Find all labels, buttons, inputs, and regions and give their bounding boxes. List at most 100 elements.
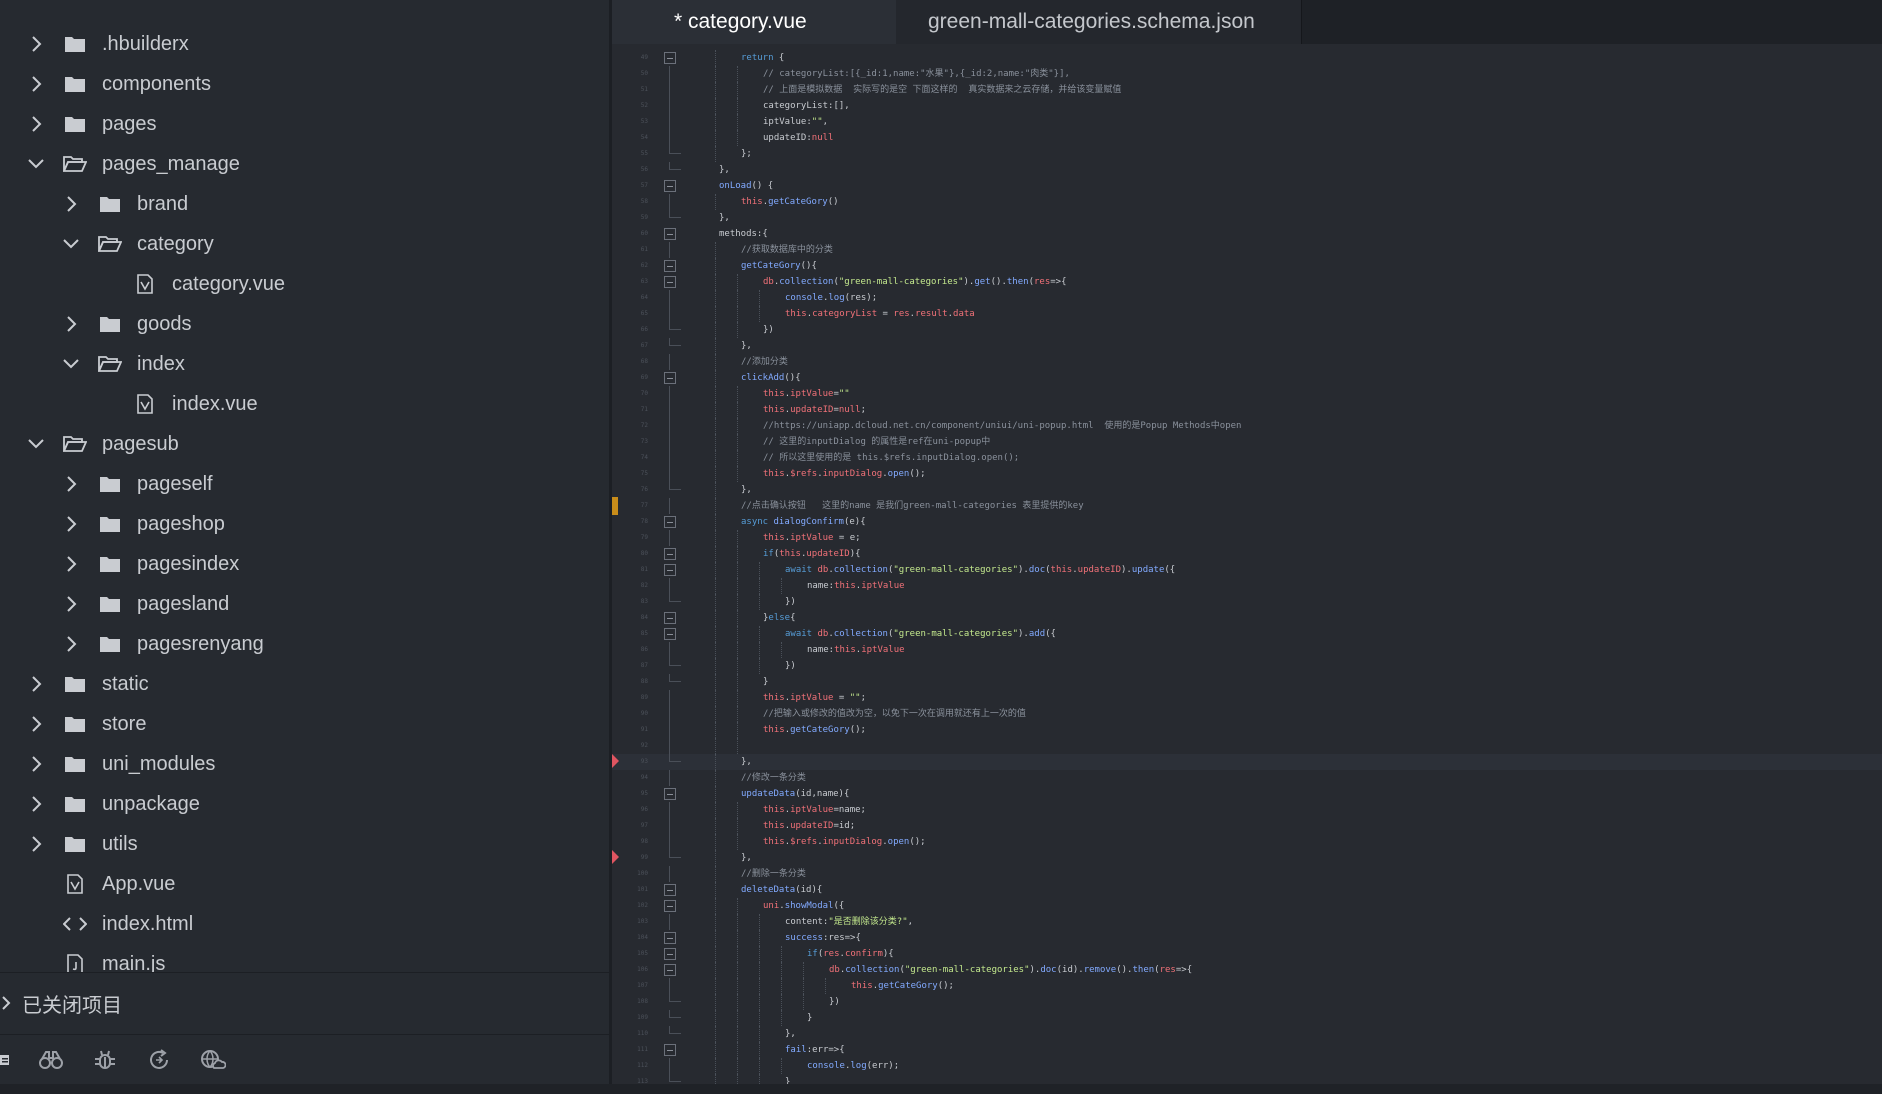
code-line[interactable]: 83}) — [612, 594, 1882, 610]
code-line[interactable]: 97 this.updateID=id; — [612, 818, 1882, 834]
code-line[interactable]: 65 this.categoryList = res.result.data — [612, 306, 1882, 322]
fold-toggle-icon[interactable] — [664, 900, 676, 912]
refresh-icon[interactable] — [132, 1040, 186, 1080]
tree-folder[interactable]: pagesrenyang — [0, 624, 612, 664]
fold-toggle-icon[interactable] — [664, 932, 676, 944]
code-line[interactable]: 100 //删除一条分类 — [612, 866, 1882, 882]
tree-folder[interactable]: pagesindex — [0, 544, 612, 584]
tree-folder[interactable]: brand — [0, 184, 612, 224]
code-line[interactable]: 54 updateID:null — [612, 130, 1882, 146]
chevron-right-icon[interactable] — [26, 832, 46, 856]
code-line[interactable]: 63 db.collection("green-mall-categories")… — [612, 274, 1882, 290]
chevron-right-icon[interactable] — [61, 472, 81, 496]
chevron-right-icon[interactable] — [26, 712, 46, 736]
chevron-right-icon[interactable] — [61, 592, 81, 616]
tree-file[interactable]: App.vue — [0, 864, 612, 904]
chevron-right-icon[interactable] — [26, 792, 46, 816]
code-line[interactable]: 111 fail:err=>{ — [612, 1042, 1882, 1058]
fold-toggle-icon[interactable] — [664, 628, 676, 640]
fold-toggle-icon[interactable] — [664, 884, 676, 896]
tree-folder[interactable]: store — [0, 704, 612, 744]
code-line[interactable]: 95 updateData(id,name){ — [612, 786, 1882, 802]
code-line[interactable]: 102 uni.showModal({ — [612, 898, 1882, 914]
code-line[interactable]: 60 methods:{ — [612, 226, 1882, 242]
code-line[interactable]: 75 this.$refs.inputDialog.open(); — [612, 466, 1882, 482]
code-line[interactable]: 113} — [612, 1074, 1882, 1084]
tree-folder[interactable]: static — [0, 664, 612, 704]
code-line[interactable]: 103 content:"是否删除该分类?", — [612, 914, 1882, 930]
code-line[interactable]: 53 iptValue:"", — [612, 114, 1882, 130]
code-line[interactable]: 86 name:this.iptValue — [612, 642, 1882, 658]
fold-toggle-icon[interactable] — [664, 964, 676, 976]
chevron-right-icon[interactable] — [61, 192, 81, 216]
code-line[interactable]: 84}else{ — [612, 610, 1882, 626]
tab-schema-json[interactable]: green-mall-categories.schema.json — [896, 0, 1302, 44]
tree-folder[interactable]: pageshop — [0, 504, 612, 544]
code-line[interactable]: 74 // 所以这里使用的是 this.$refs.inputDialog.ope… — [612, 450, 1882, 466]
fold-toggle-icon[interactable] — [664, 52, 676, 64]
code-line[interactable]: 57 onLoad() { — [612, 178, 1882, 194]
tree-folder[interactable]: category — [0, 224, 612, 264]
code-line[interactable]: 68 //添加分类 — [612, 354, 1882, 370]
code-line[interactable]: 94 //修改一条分类 — [612, 770, 1882, 786]
code-line[interactable]: 49 return { — [612, 50, 1882, 66]
code-line[interactable]: 90 //把输入或修改的值改为空，以免下一次在调用就还有上一次的值 — [612, 706, 1882, 722]
tree-file[interactable]: index.vue — [0, 384, 612, 424]
chevron-right-icon[interactable] — [61, 632, 81, 656]
code-line[interactable]: 88} — [612, 674, 1882, 690]
code-line[interactable]: 76}, — [612, 482, 1882, 498]
tree-folder[interactable]: utils — [0, 824, 612, 864]
code-line[interactable]: 104 success:res=>{ — [612, 930, 1882, 946]
tree-file[interactable]: index.html — [0, 904, 612, 944]
code-line[interactable]: 107 this.getCateGory(); — [612, 978, 1882, 994]
code-line[interactable]: 55}; — [612, 146, 1882, 162]
code-line[interactable]: 110}, — [612, 1026, 1882, 1042]
tree-folder[interactable]: .hbuilderx — [0, 24, 612, 64]
code-line[interactable]: 78 async dialogConfirm(e){ — [612, 514, 1882, 530]
tree-folder[interactable]: pages — [0, 104, 612, 144]
tree-folder[interactable]: pagesub — [0, 424, 612, 464]
code-line[interactable]: 50 // categoryList:[{_id:1,name:"水果"},{_i… — [612, 66, 1882, 82]
code-line[interactable]: 77 //点击确认按钮 这里的name 是我们green-mall-categor… — [612, 497, 1882, 515]
code-line[interactable]: 112 console.log(err); — [612, 1058, 1882, 1074]
code-line[interactable]: 66}) — [612, 322, 1882, 338]
cloud-globe-icon[interactable] — [186, 1040, 240, 1080]
tab-category-vue[interactable]: * category.vue — [612, 0, 896, 44]
code-line[interactable]: 69 clickAdd(){ — [612, 370, 1882, 386]
tree-file[interactable]: main.js — [0, 944, 612, 972]
code-line[interactable]: 101 deleteData(id){ — [612, 882, 1882, 898]
binoculars-icon[interactable] — [24, 1040, 78, 1080]
code-line[interactable]: 82 name:this.iptValue — [612, 578, 1882, 594]
code-line[interactable]: 56}, — [612, 162, 1882, 178]
fold-toggle-icon[interactable] — [664, 612, 676, 624]
code-line[interactable]: 64 console.log(res); — [612, 290, 1882, 306]
code-line[interactable]: 71 this.updateID=null; — [612, 402, 1882, 418]
fold-toggle-icon[interactable] — [664, 276, 676, 288]
code-line[interactable]: 87}) — [612, 658, 1882, 674]
code-line[interactable]: 81 await db.collection("green-mall-catego… — [612, 562, 1882, 578]
tree-file[interactable]: category.vue — [0, 264, 612, 304]
tree-folder[interactable]: index — [0, 344, 612, 384]
tree-folder[interactable]: unpackage — [0, 784, 612, 824]
code-line[interactable]: 108}) — [612, 994, 1882, 1010]
chevron-right-icon[interactable] — [0, 991, 16, 1015]
fold-toggle-icon[interactable] — [664, 564, 676, 576]
menu-icon[interactable] — [0, 1040, 24, 1080]
chevron-right-icon[interactable] — [26, 32, 46, 56]
fold-toggle-icon[interactable] — [664, 516, 676, 528]
code-line[interactable]: 61 //获取数据库中的分类 — [612, 242, 1882, 258]
bug-icon[interactable] — [78, 1040, 132, 1080]
code-area[interactable]: 49 return {50// categoryList:[{_id:1,name… — [612, 44, 1882, 1084]
code-line[interactable]: 85 await db.collection("green-mall-catego… — [612, 626, 1882, 642]
chevron-down-icon[interactable] — [61, 232, 81, 256]
chevron-right-icon[interactable] — [61, 312, 81, 336]
code-line[interactable]: 52 categoryList:[], — [612, 98, 1882, 114]
closed-projects-section[interactable]: 已关闭项目 — [0, 972, 609, 1033]
code-line[interactable]: 70 this.iptValue="" — [612, 386, 1882, 402]
code-line[interactable]: 91 this.getCateGory(); — [612, 722, 1882, 738]
chevron-down-icon[interactable] — [26, 432, 46, 456]
code-line[interactable]: 79 this.iptValue = e; — [612, 530, 1882, 546]
code-line[interactable]: 59}, — [612, 210, 1882, 226]
fold-toggle-icon[interactable] — [664, 372, 676, 384]
chevron-right-icon[interactable] — [61, 552, 81, 576]
